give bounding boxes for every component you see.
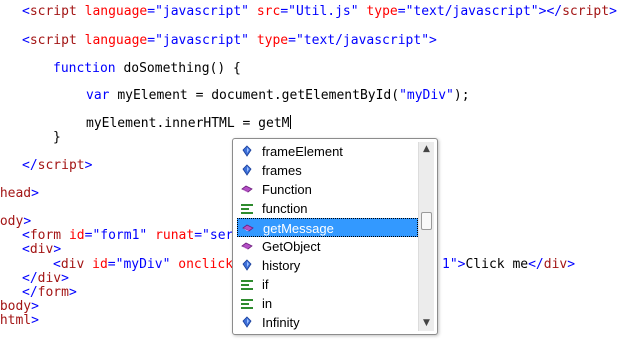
token: script: [562, 4, 610, 19]
token: script: [29, 33, 77, 48]
token: type: [366, 4, 398, 19]
token: </: [528, 257, 544, 272]
token: ></: [538, 4, 563, 19]
completion-item[interactable]: frames: [237, 161, 418, 180]
token: );: [453, 88, 470, 103]
keyword-icon: [241, 299, 253, 309]
code-line-16: /html>: [0, 311, 39, 330]
token: body: [0, 214, 24, 229]
keyword-token: function: [53, 61, 116, 76]
token: /head: [0, 186, 32, 201]
token: form: [37, 285, 69, 300]
token: >: [567, 257, 576, 272]
token: div: [29, 242, 54, 257]
token: language: [84, 4, 148, 19]
text-caret: [289, 115, 291, 129]
token: script: [37, 158, 85, 173]
code-line-12-tail: 1">Click me</div>: [442, 255, 575, 274]
completion-item-label: in: [262, 296, 273, 311]
completion-scrollbar[interactable]: ▲ ▼: [418, 142, 434, 331]
code-line-3: function doSomething() {: [53, 59, 241, 78]
code-line-5: myElement.innerHTML = getM: [86, 114, 291, 133]
completion-items[interactable]: frameElement frames Function function getMes…: [237, 142, 418, 332]
token: }: [53, 130, 61, 145]
code-line-2: <script language="javascript" type="text…: [22, 33, 437, 48]
completion-item-label: GetObject: [262, 239, 321, 254]
token: "text/javascript": [405, 4, 539, 19]
completion-item[interactable]: Infinity: [237, 313, 418, 332]
property-icon: [242, 164, 252, 176]
token: myElement.innerHTML = getM: [86, 116, 290, 131]
token: </: [22, 158, 38, 173]
completion-item[interactable]: Function: [237, 180, 418, 199]
method-icon: [241, 242, 253, 250]
token: <: [22, 242, 30, 257]
token: language: [84, 33, 148, 48]
completion-item-label: if: [262, 277, 269, 292]
property-icon: [242, 145, 252, 157]
completion-item-label: function: [262, 201, 308, 216]
completion-item-label: history: [262, 258, 301, 273]
token: /html: [0, 313, 32, 328]
token: script: [29, 4, 77, 19]
token: type: [256, 33, 289, 48]
token: onclick: [178, 257, 234, 272]
property-icon: [242, 259, 252, 271]
token: "Util.js": [288, 4, 359, 19]
token: >: [68, 285, 77, 300]
intellisense-completion-list[interactable]: frameElement frames Function function getMes…: [232, 138, 438, 335]
token: "form1": [92, 228, 148, 243]
completion-item-label: frames: [262, 163, 302, 178]
code-line-4: var myElement = document.getElementById(…: [86, 86, 470, 105]
code-line-8: /head>: [0, 184, 39, 203]
completion-item-label: frameElement: [262, 144, 343, 159]
keyword-token: var: [86, 88, 110, 103]
code-line-7: </script>: [22, 156, 92, 175]
completion-item[interactable]: history: [237, 256, 418, 275]
keyword-icon: [241, 280, 253, 290]
token: "text/javascript": [295, 33, 430, 48]
token: >: [31, 186, 39, 201]
token: <: [22, 4, 30, 19]
token: Click me: [465, 257, 529, 272]
method-icon: [241, 185, 253, 193]
code-line-12: <div id="myDiv" onclick: [53, 257, 234, 272]
token: div: [543, 257, 568, 272]
scroll-down-button[interactable]: ▼: [419, 316, 434, 331]
completion-item[interactable]: frameElement: [237, 142, 418, 161]
keyword-icon: [241, 204, 253, 214]
completion-item[interactable]: getMessage: [237, 218, 418, 237]
token: doSomething() {: [123, 61, 241, 76]
token: "javascript": [155, 4, 249, 19]
token: "ser: [202, 228, 234, 243]
completion-item-label: getMessage: [263, 221, 334, 236]
token: "javascript": [155, 33, 249, 48]
completion-item[interactable]: function: [237, 199, 418, 218]
token: >: [84, 158, 93, 173]
token: <: [22, 33, 30, 48]
token: id: [68, 228, 85, 243]
token: id: [92, 257, 108, 272]
scroll-thumb[interactable]: [421, 212, 432, 230]
code-line-6: }: [53, 128, 61, 147]
token: "myDiv": [115, 257, 171, 272]
scroll-up-button[interactable]: ▲: [419, 142, 434, 157]
string-token: "myDiv": [399, 88, 454, 103]
method-icon: [242, 224, 254, 232]
code-line-1: <script language="javascript" src="Util.…: [22, 4, 617, 19]
token: myElement = document.getElementById(: [117, 88, 400, 103]
token: runat: [155, 228, 195, 243]
completion-item-label: Infinity: [262, 315, 300, 330]
completion-item[interactable]: GetObject: [237, 237, 418, 256]
completion-item[interactable]: in: [237, 294, 418, 313]
token: 1": [442, 257, 458, 272]
completion-item-label: Function: [262, 182, 312, 197]
completion-item[interactable]: if: [237, 275, 418, 294]
token: src: [256, 4, 281, 19]
token: >: [31, 313, 39, 328]
property-icon: [242, 316, 252, 328]
token: >: [429, 33, 437, 48]
